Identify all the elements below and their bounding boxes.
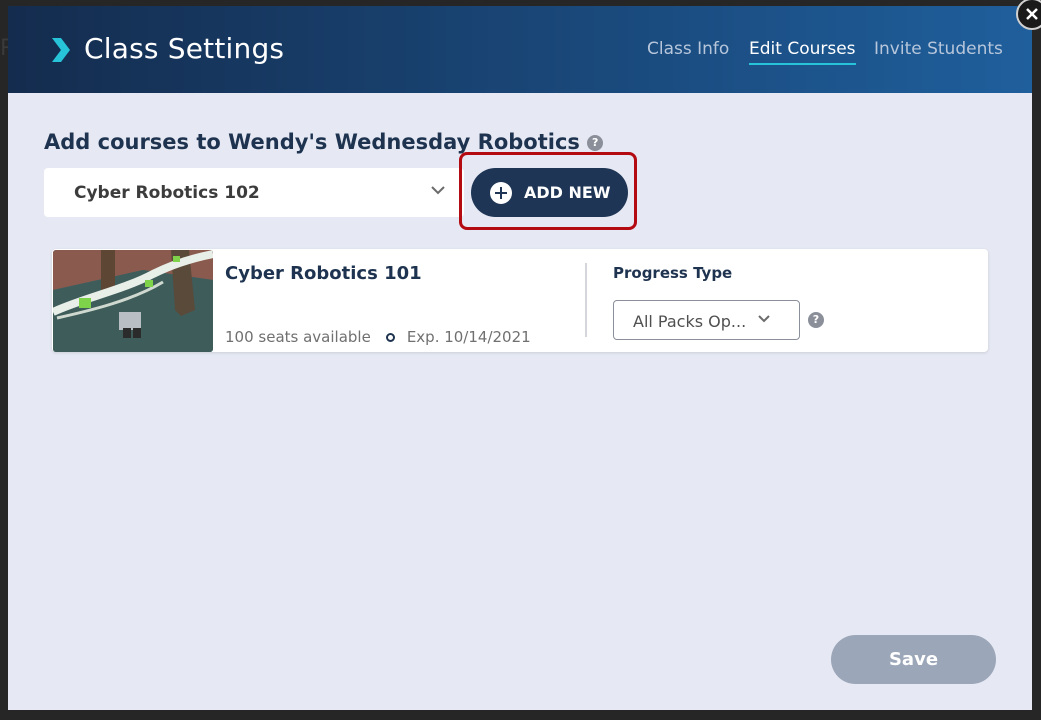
tab-invite-students[interactable]: Invite Students xyxy=(874,39,1003,59)
help-icon[interactable]: ? xyxy=(587,135,604,151)
card-divider xyxy=(585,263,587,337)
chevron-down-icon xyxy=(431,186,445,195)
add-courses-heading: Add courses to Wendy's Wednesday Robotic… xyxy=(44,130,604,154)
course-card-meta: 100 seats available Exp. 10/14/2021 xyxy=(225,328,531,346)
course-card-title: Cyber Robotics 101 xyxy=(225,263,422,284)
progress-type-dropdown[interactable]: All Packs Op... xyxy=(613,300,800,340)
course-thumbnail xyxy=(53,250,213,352)
add-new-button[interactable]: ADD NEW xyxy=(471,168,628,217)
class-settings-modal: Class Settings Class Info Edit Courses I… xyxy=(8,6,1032,710)
tab-class-info[interactable]: Class Info xyxy=(647,39,729,59)
progress-type-value: All Packs Op... xyxy=(633,312,747,331)
progress-type-label: Progress Type xyxy=(613,264,733,282)
save-button[interactable]: Save xyxy=(831,635,996,684)
modal-title: Class Settings xyxy=(84,32,285,65)
tab-edit-courses[interactable]: Edit Courses xyxy=(749,39,856,65)
course-card: Cyber Robotics 101 100 seats available E… xyxy=(52,249,988,352)
add-new-label: ADD NEW xyxy=(524,183,611,202)
course-select-dropdown[interactable]: Cyber Robotics 102 xyxy=(44,168,464,217)
progress-type-help-icon[interactable]: ? xyxy=(808,312,824,328)
course-select-value: Cyber Robotics 102 xyxy=(74,183,260,203)
chevron-right-icon xyxy=(52,38,70,62)
chevron-down-icon xyxy=(758,315,770,323)
add-courses-heading-text: Add courses to Wendy's Wednesday Robotic… xyxy=(44,130,580,154)
seats-available: 100 seats available xyxy=(225,328,371,346)
separator-dot-icon xyxy=(385,332,395,342)
plus-circle-icon xyxy=(490,181,512,204)
close-icon xyxy=(1026,8,1038,20)
modal-header: Class Settings Class Info Edit Courses I… xyxy=(8,6,1032,93)
expiry-date: Exp. 10/14/2021 xyxy=(406,328,531,346)
